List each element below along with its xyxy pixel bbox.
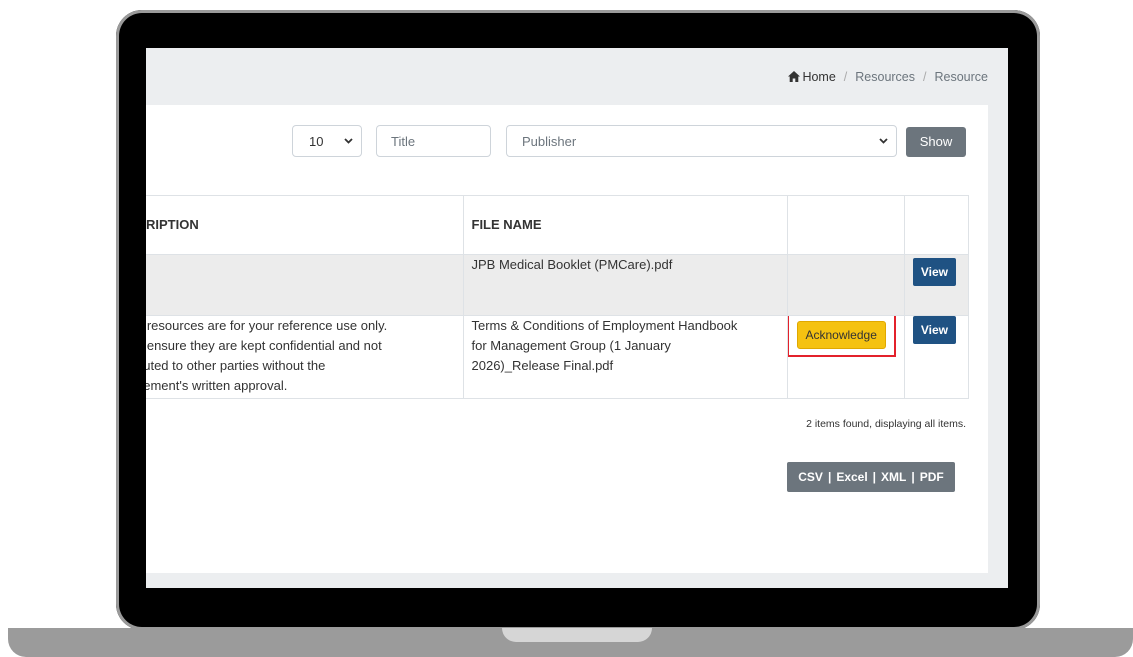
chevron-down-icon [879,138,888,144]
export-xml-button[interactable]: XML [881,470,906,484]
breadcrumb-separator: / [923,70,927,84]
description-line: buted to other parties without the [146,358,326,373]
export-separator: | [911,470,915,484]
show-button[interactable]: Show [906,127,966,157]
breadcrumb-home-link[interactable]: Home [802,70,835,84]
export-separator: | [872,470,877,484]
view-button[interactable]: View [912,258,957,286]
title-placeholder: Title [391,134,416,149]
breadcrumb-current: Resource [934,70,989,84]
table-row: JPB Medical Booklet (PMCare).pdf View [146,254,969,316]
file-name-line: for Management Group (1 January [471,338,671,353]
table-row: e resources are for your reference use o… [146,315,969,399]
file-name-line: Terms & Conditions of Employment Handboo… [471,318,738,333]
file-name-cell: JPB Medical Booklet (PMCare).pdf [462,254,788,316]
view-cell: View [903,254,969,316]
description-line: e resources are for your reference use o… [146,318,388,333]
title-search-input[interactable]: Title [376,125,491,157]
acknowledge-cell [786,254,905,316]
file-name-cell: Terms & Conditions of Employment Handboo… [462,315,788,399]
export-button-group: CSV | Excel | XML | PDF [787,462,955,492]
column-header-description: RIPTION [146,195,464,255]
chevron-down-icon [344,138,353,144]
description-cell [146,254,464,316]
breadcrumb-resources-link[interactable]: Resources [855,70,915,84]
view-button[interactable]: View [912,316,957,344]
browser-viewport: Home / Resources / Resource 10 Title Publish… [146,48,1008,588]
acknowledge-cell: Acknowledge [786,315,905,399]
description-line: gement's written approval. [146,378,288,393]
home-icon [788,71,801,82]
file-name-line: 2026)_Release Final.pdf [471,358,614,373]
acknowledge-highlight-frame: Acknowledge [788,316,896,357]
description-cell: e resources are for your reference use o… [146,315,464,399]
column-header-file-name: FILE NAME [462,195,788,255]
breadcrumb-separator: / [843,70,848,84]
laptop-notch [502,628,652,642]
column-header-acknowledge [786,195,905,255]
export-pdf-button[interactable]: PDF [920,470,944,484]
items-summary: 2 items found, displaying all items. [806,418,966,430]
view-cell: View [903,315,969,399]
description-line: e ensure they are kept confidential and … [146,338,382,353]
table-header-row: RIPTION FILE NAME [146,195,969,255]
acknowledge-button[interactable]: Acknowledge [796,321,886,349]
page-size-select[interactable]: 10 [292,125,362,157]
resource-list-card: 10 Title Publisher Show RIPTION FILE NAM… [146,105,988,573]
filter-bar: 10 Title Publisher Show [146,125,988,159]
publisher-select[interactable]: Publisher [506,125,897,157]
breadcrumb: Home / Resources / Resource [788,70,988,84]
export-excel-button[interactable]: Excel [836,470,867,484]
publisher-placeholder: Publisher [522,134,577,149]
column-header-view [903,195,969,255]
export-csv-button[interactable]: CSV [798,470,823,484]
page-size-value: 10 [309,134,324,149]
resources-table: RIPTION FILE NAME JPB Medical Booklet (P… [146,195,969,399]
file-name-line: JPB Medical Booklet (PMCare).pdf [471,257,673,272]
export-separator: | [827,470,832,484]
